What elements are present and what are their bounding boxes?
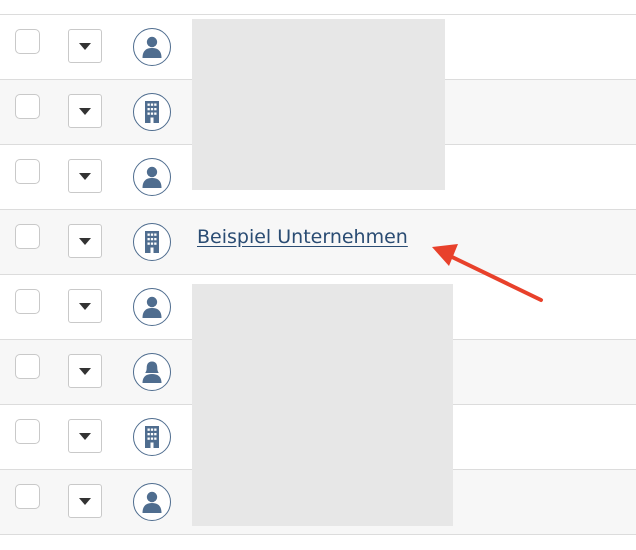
row-checkbox[interactable] [15,419,40,444]
person-female-icon [133,353,171,391]
row-actions-dropdown-button[interactable] [68,289,102,323]
person-icon [133,158,171,196]
building-icon [133,93,171,131]
person-icon [133,483,171,521]
caret-down-icon [79,107,91,115]
list-row: Beispiel Unternehmen [0,210,636,275]
row-checkbox[interactable] [15,159,40,184]
row-actions-dropdown-button[interactable] [68,94,102,128]
row-actions-dropdown-button[interactable] [68,484,102,518]
caret-down-icon [79,237,91,245]
caret-down-icon [79,42,91,50]
caret-down-icon [79,367,91,375]
row-actions-dropdown-button[interactable] [68,354,102,388]
redacted-area [192,284,453,526]
caret-down-icon [79,497,91,505]
row-checkbox[interactable] [15,224,40,249]
contact-name-link[interactable]: Beispiel Unternehmen [197,226,408,248]
previous-row-fragment [0,0,636,14]
caret-down-icon [79,302,91,310]
row-checkbox[interactable] [15,289,40,314]
row-actions-dropdown-button[interactable] [68,159,102,193]
row-actions-dropdown-button[interactable] [68,419,102,453]
person-icon [133,28,171,66]
row-checkbox[interactable] [15,484,40,509]
redacted-area [192,19,445,190]
row-checkbox[interactable] [15,354,40,379]
row-actions-dropdown-button[interactable] [68,224,102,258]
row-checkbox[interactable] [15,94,40,119]
caret-down-icon [79,432,91,440]
building-icon [133,223,171,261]
person-icon [133,288,171,326]
row-actions-dropdown-button[interactable] [68,29,102,63]
building-icon [133,418,171,456]
caret-down-icon [79,172,91,180]
row-checkbox[interactable] [15,29,40,54]
